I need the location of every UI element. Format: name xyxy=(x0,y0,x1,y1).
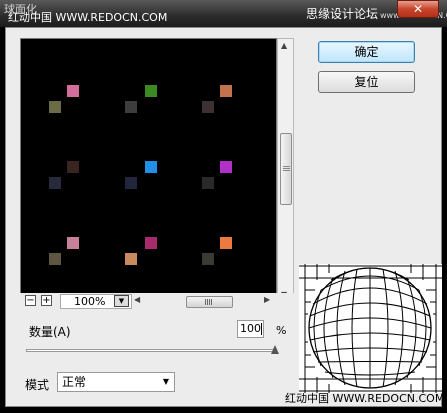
left-arrow-icon[interactable]: ◀ xyxy=(134,295,140,304)
right-arrow-icon[interactable]: ▶ xyxy=(264,295,270,304)
spherize-grid-preview xyxy=(299,264,442,393)
preview-tile xyxy=(145,161,157,173)
preview-tile xyxy=(67,237,79,249)
close-icon: ✕ xyxy=(413,2,424,16)
zoom-value: 100% xyxy=(74,295,106,308)
preview-tile xyxy=(202,253,214,265)
dialog-title: 球面化 xyxy=(4,3,37,16)
amount-input[interactable]: 100 xyxy=(237,320,264,338)
zoom-in-button[interactable]: + xyxy=(41,295,52,306)
preview-tile xyxy=(67,161,79,173)
preview-tile xyxy=(125,101,137,113)
preview-tile xyxy=(145,85,157,97)
amount-label: 数量(A) xyxy=(29,325,71,339)
zoom-bar: − + 100% ▼ ◀ ▶ xyxy=(20,293,294,311)
close-button[interactable]: ✕ xyxy=(397,0,439,18)
spherize-dialog: ▲ ▼ − + 100% ▼ ◀ ▶ 确定 复位 数量(A) 100 % 模式 … xyxy=(5,27,445,407)
preview-tile xyxy=(202,177,214,189)
preview-tile xyxy=(202,101,214,113)
reset-button[interactable]: 复位 xyxy=(318,71,415,93)
mode-label: 模式 xyxy=(25,378,50,392)
up-arrow-icon[interactable]: ▲ xyxy=(281,41,287,50)
preview-tile xyxy=(220,85,232,97)
dropdown-arrow-icon[interactable]: ▼ xyxy=(114,295,129,307)
watermark-top-right-text: 思缘设计论坛 xyxy=(306,7,379,21)
horizontal-scroll-thumb[interactable] xyxy=(186,296,233,308)
preview-tile xyxy=(49,101,61,113)
preview-tile xyxy=(220,161,232,173)
amount-slider[interactable] xyxy=(26,349,276,352)
preview-canvas[interactable] xyxy=(20,38,277,303)
preview-horizontal-scrollbar[interactable]: ◀ ▶ xyxy=(134,294,274,309)
preview-tile xyxy=(125,253,137,265)
preview-vertical-scrollbar[interactable]: ▲ ▼ xyxy=(277,38,294,303)
preview-tile xyxy=(49,177,61,189)
mode-value: 正常 xyxy=(62,375,87,389)
amount-value: 100 xyxy=(240,322,261,335)
watermark-bottom: 红动中国 WWW.REDOCN.COM xyxy=(285,392,445,405)
preview-tile xyxy=(220,237,232,249)
amount-slider-thumb[interactable] xyxy=(271,345,279,354)
mode-select[interactable]: 正常 ▼ xyxy=(57,372,175,392)
preview-tile xyxy=(125,177,137,189)
amount-unit: % xyxy=(276,324,287,337)
watermark-top-left: 球面化 红动中国 WWW.REDOCN.COM xyxy=(4,3,167,25)
sphere-grid-icon xyxy=(299,264,442,393)
ok-button[interactable]: 确定 xyxy=(318,41,415,63)
title-bar: 球面化 红动中国 WWW.REDOCN.COM 思缘设计论坛www.MISSYU… xyxy=(0,0,447,27)
dropdown-arrow-icon: ▼ xyxy=(162,377,169,386)
zoom-out-button[interactable]: − xyxy=(25,295,36,306)
preview-tile xyxy=(67,85,79,97)
preview-tile xyxy=(49,253,61,265)
preview-tile xyxy=(145,237,157,249)
vertical-scroll-thumb[interactable] xyxy=(280,133,292,205)
